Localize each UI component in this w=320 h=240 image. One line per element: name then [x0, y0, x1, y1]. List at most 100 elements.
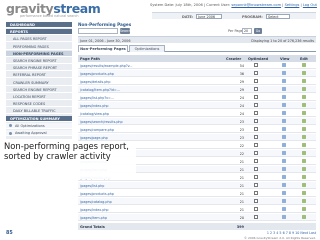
- sidebar-item[interactable]: NON-PERFORMING PAGES: [6, 50, 72, 57]
- optimized-checkbox[interactable]: [254, 103, 258, 107]
- view-icon[interactable]: [282, 143, 286, 148]
- gravitystream-logo[interactable]: gravitystream performance based natural …: [6, 2, 116, 18]
- edit-icon[interactable]: [302, 151, 306, 156]
- sidebar-item[interactable]: SEARCH ENGINE REPORT: [6, 87, 72, 93]
- view-icon[interactable]: [282, 207, 286, 212]
- view-icon[interactable]: [282, 95, 286, 100]
- edit-icon[interactable]: [302, 87, 306, 92]
- sidebar-item[interactable]: RESPONSE CODES: [6, 101, 72, 108]
- edit-icon[interactable]: [302, 159, 306, 164]
- edit-icon[interactable]: [302, 143, 306, 148]
- go-button[interactable]: Go: [254, 28, 262, 34]
- edit-icon[interactable]: [302, 135, 306, 140]
- page-path-link[interactable]: /catalog/view.php: [80, 112, 109, 116]
- sidebar-item[interactable]: DAILY BILLABLE TRAFFIC: [6, 108, 72, 115]
- edit-icon[interactable]: [302, 119, 306, 124]
- current-user-link[interactable]: seponnk@knowstream.com: [231, 3, 281, 7]
- view-icon[interactable]: [282, 183, 286, 188]
- date-select[interactable]: June 2006: [196, 14, 222, 19]
- optimized-checkbox[interactable]: [254, 127, 258, 131]
- sidebar-item[interactable]: REFERRAL REPORT: [6, 72, 72, 79]
- view-icon[interactable]: [282, 167, 286, 172]
- page-path-link[interactable]: /pages/search/results.php: [80, 120, 123, 124]
- view-icon[interactable]: [282, 127, 286, 132]
- edit-icon[interactable]: [302, 183, 306, 188]
- optimized-checkbox[interactable]: [254, 111, 258, 115]
- sidebar-item[interactable]: DASHBOARD: [6, 22, 72, 28]
- page-path-link[interactable]: /pages/catalog.php: [80, 200, 112, 204]
- optimized-checkbox[interactable]: [254, 63, 258, 67]
- pagination[interactable]: 1 2 3 4 5 6 7 8 9 10 Next Last: [78, 231, 316, 235]
- sidebar-item[interactable]: Awaiting Approval: [6, 130, 72, 136]
- optimized-checkbox[interactable]: [254, 191, 258, 195]
- optimized-checkbox[interactable]: [254, 119, 258, 123]
- view-icon[interactable]: [282, 103, 286, 108]
- edit-icon[interactable]: [302, 95, 306, 100]
- optimized-checkbox[interactable]: [254, 79, 258, 83]
- optimized-checkbox[interactable]: [254, 207, 258, 211]
- edit-icon[interactable]: [302, 207, 306, 212]
- page-path-link[interactable]: /pages/list.php?v=...: [80, 96, 114, 100]
- tab-non-performing-pages[interactable]: Non-Performing Pages: [78, 45, 128, 52]
- sidebar-item[interactable]: OPTIMIZATION SUMMARY: [6, 115, 72, 122]
- view-icon[interactable]: [282, 135, 286, 140]
- page-path-link[interactable]: /pages/details.php: [80, 80, 110, 84]
- page-path-link[interactable]: /pages/item.php: [80, 216, 107, 220]
- edit-icon[interactable]: [302, 79, 306, 84]
- page-path-link[interactable]: /pages/index.php: [80, 104, 109, 108]
- optimized-checkbox[interactable]: [254, 71, 258, 75]
- search-button[interactable]: Search: [120, 28, 131, 34]
- settings-link[interactable]: Settings: [285, 3, 300, 7]
- page-path-link[interactable]: /pages/products.php: [80, 192, 114, 196]
- sidebar-item[interactable]: SEARCH PHRASE REPORT: [6, 65, 72, 72]
- edit-icon[interactable]: [302, 167, 306, 172]
- optimized-checkbox[interactable]: [254, 135, 258, 139]
- search-input[interactable]: [78, 28, 118, 34]
- logout-link[interactable]: Log Out: [303, 3, 317, 7]
- optimized-checkbox[interactable]: [254, 159, 258, 163]
- tab-optimizations[interactable]: Optimizations: [129, 45, 165, 52]
- view-icon[interactable]: [282, 71, 286, 76]
- optimized-checkbox[interactable]: [254, 183, 258, 187]
- view-icon[interactable]: [282, 151, 286, 156]
- sidebar-item[interactable]: REPORTS: [6, 29, 72, 36]
- view-icon[interactable]: [282, 63, 286, 68]
- sidebar-item[interactable]: ALL PAGES REPORT: [6, 36, 72, 43]
- page-path-link[interactable]: /pages/page.php: [80, 136, 108, 140]
- view-icon[interactable]: [282, 215, 286, 220]
- column-page-path[interactable]: Page Path: [80, 57, 100, 61]
- sidebar-item[interactable]: LOCATION REPORT: [6, 94, 72, 100]
- view-icon[interactable]: [282, 191, 286, 196]
- view-icon[interactable]: [282, 159, 286, 164]
- page-path-link[interactable]: /pages/list.php: [80, 184, 104, 188]
- column-optimized[interactable]: Optimized: [248, 57, 268, 61]
- sidebar-item[interactable]: CRAWLER SUMMARY: [6, 80, 72, 86]
- optimized-checkbox[interactable]: [254, 175, 258, 179]
- optimized-checkbox[interactable]: [254, 143, 258, 147]
- sidebar-item[interactable]: All Optimizations: [6, 122, 72, 129]
- optimized-checkbox[interactable]: [254, 199, 258, 203]
- edit-icon[interactable]: [302, 103, 306, 108]
- optimized-checkbox[interactable]: [254, 95, 258, 99]
- edit-icon[interactable]: [302, 111, 306, 116]
- edit-icon[interactable]: [302, 199, 306, 204]
- page-path-link[interactable]: /pages/index.php: [80, 208, 109, 212]
- edit-icon[interactable]: [302, 63, 306, 68]
- edit-icon[interactable]: [302, 191, 306, 196]
- optimized-checkbox[interactable]: [254, 87, 258, 91]
- view-icon[interactable]: [282, 111, 286, 116]
- page-path-link[interactable]: /catalog/item.php?id=...: [80, 88, 120, 92]
- page-path-link[interactable]: /pages/products.php: [80, 72, 114, 76]
- edit-icon[interactable]: [302, 175, 306, 180]
- sidebar-item[interactable]: PERFORMING PAGES: [6, 44, 72, 50]
- view-icon[interactable]: [282, 79, 286, 84]
- view-icon[interactable]: [282, 87, 286, 92]
- view-icon[interactable]: [282, 119, 286, 124]
- view-icon[interactable]: [282, 199, 286, 204]
- view-icon[interactable]: [282, 175, 286, 180]
- optimized-checkbox[interactable]: [254, 167, 258, 171]
- edit-icon[interactable]: [302, 127, 306, 132]
- edit-icon[interactable]: [302, 215, 306, 220]
- per-page-select[interactable]: 20: [242, 28, 252, 34]
- column-crawler[interactable]: Crawler: [226, 57, 241, 61]
